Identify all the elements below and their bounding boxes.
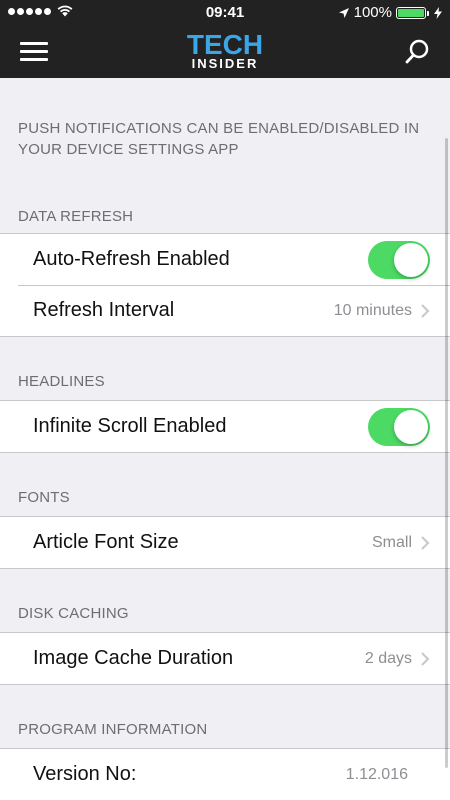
section-header-fonts: FONTS — [18, 489, 70, 506]
status-bar: 09:41 100% — [0, 0, 450, 26]
article-font-size-value: Small — [371, 533, 412, 551]
battery-percent: 100% — [353, 4, 392, 21]
auto-refresh-row[interactable]: Auto-Refresh Enabled — [0, 234, 450, 285]
headlines-group: Infinite Scroll Enabled — [0, 400, 450, 453]
push-notification-note: PUSH NOTIFICATIONS CAN BE ENABLED/DISABL… — [18, 120, 420, 158]
image-cache-value: 2 days — [364, 649, 412, 667]
section-header-headlines: HEADLINES — [18, 373, 105, 390]
battery-icon — [396, 6, 429, 19]
fonts-group: Article Font Size Small — [0, 516, 450, 569]
logo-insider: INSIDER — [191, 56, 259, 71]
auto-refresh-label: Auto-Refresh Enabled — [33, 248, 230, 270]
logo-tech: TECH — [186, 29, 264, 60]
version-value: 1.12.016 — [345, 765, 408, 783]
refresh-interval-row[interactable]: Refresh Interval 10 minutes — [0, 285, 450, 336]
bolt-icon — [434, 6, 442, 19]
section-header-program-information: PROGRAM INFORMATION — [18, 721, 208, 738]
location-arrow-icon — [338, 7, 349, 18]
app-logo: TECH INSIDER — [0, 29, 450, 71]
program-information-group: Version No: 1.12.016 — [0, 748, 450, 800]
version-label: Version No: — [33, 763, 137, 785]
infinite-scroll-toggle[interactable] — [368, 407, 430, 446]
search-icon[interactable] — [404, 39, 430, 65]
chevron-right-icon — [421, 303, 430, 318]
refresh-interval-value: 10 minutes — [333, 301, 412, 319]
image-cache-row[interactable]: Image Cache Duration 2 days — [0, 633, 450, 684]
scrollbar[interactable] — [445, 138, 448, 768]
article-font-size-row[interactable]: Article Font Size Small — [0, 517, 450, 568]
infinite-scroll-label: Infinite Scroll Enabled — [33, 415, 227, 437]
article-font-size-label: Article Font Size — [33, 531, 179, 553]
chevron-right-icon — [421, 535, 430, 550]
disk-caching-group: Image Cache Duration 2 days — [0, 632, 450, 685]
nav-bar: TECH INSIDER — [0, 26, 450, 78]
version-row: Version No: 1.12.016 — [0, 749, 450, 800]
auto-refresh-toggle[interactable] — [368, 240, 430, 279]
settings-list[interactable]: PUSH NOTIFICATIONS CAN BE ENABLED/DISABL… — [0, 78, 450, 800]
section-header-data-refresh: DATA REFRESH — [18, 208, 134, 225]
data-refresh-group: Auto-Refresh Enabled Refresh Interval 10… — [0, 233, 450, 337]
image-cache-label: Image Cache Duration — [33, 647, 234, 669]
refresh-interval-label: Refresh Interval — [33, 299, 175, 321]
section-header-disk-caching: DISK CACHING — [18, 605, 129, 622]
chevron-right-icon — [421, 651, 430, 666]
infinite-scroll-row[interactable]: Infinite Scroll Enabled — [0, 401, 450, 452]
